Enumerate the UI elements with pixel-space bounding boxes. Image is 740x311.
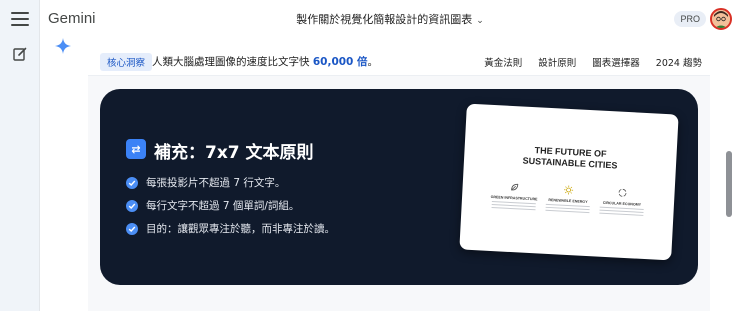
- check-circle-icon: [126, 176, 138, 189]
- insight-badge: 核心洞察: [100, 53, 153, 71]
- scrollbar-thumb[interactable]: [726, 151, 732, 217]
- check-circle-icon: [126, 222, 138, 235]
- plan-badge[interactable]: PRO: [674, 11, 706, 27]
- swap-icon: ⇄: [126, 139, 146, 159]
- bullet-text: 每行文字不超過 7 個單詞/詞組。: [146, 200, 300, 212]
- check-circle-icon: [126, 199, 138, 212]
- nav-chart-selector[interactable]: 圖表選擇器: [592, 55, 640, 69]
- bullet-text: 每張投影片不超過 7 行文字。: [146, 177, 286, 189]
- section-nav: 黃金法則 設計原則 圖表選擇器 2024 趨勢: [484, 55, 702, 69]
- bullet-item: 目的：讓觀眾專注於聽，而非專注於讀。: [126, 221, 335, 236]
- leaf-icon: [511, 183, 519, 191]
- conversation-title[interactable]: 製作關於視覺化簡報設計的資訊圖表 ⌄: [40, 11, 740, 27]
- side-rail: [0, 0, 40, 311]
- insight-strip: 核心洞察 人類大腦處理圖像的速度比文字快 60,000 倍。 黃金法則 設計原則…: [88, 46, 710, 76]
- sun-icon: [564, 185, 574, 195]
- slide-column: CIRCULAR ECONOMY: [593, 186, 650, 216]
- edit-icon[interactable]: [12, 46, 28, 62]
- slide-title: THE FUTURE OF SUSTAINABLE CITIES: [464, 142, 677, 175]
- headline-text: 人類大腦處理圖像的速度比文字快: [152, 56, 313, 68]
- insight-headline: 人類大腦處理圖像的速度比文字快 60,000 倍。: [152, 54, 378, 69]
- hamburger-menu-icon[interactable]: [11, 12, 29, 26]
- recycle-icon: [618, 188, 627, 197]
- nav-2024-trends[interactable]: 2024 趨勢: [656, 55, 702, 69]
- card-title: 補充：7x7 文本原則: [154, 143, 314, 163]
- chevron-down-icon: ⌄: [476, 16, 484, 26]
- slide-preview: THE FUTURE OF SUSTAINABLE CITIES GREEN I…: [459, 103, 679, 261]
- conversation-title-text: 製作關於視覺化簡報設計的資訊圖表: [296, 13, 473, 26]
- bullet-text: 目的：讓觀眾專注於聽，而非專注於讀。: [146, 223, 335, 235]
- slide-column: RENEWABLE ENERGY: [539, 184, 596, 214]
- top-bar: Gemini 製作關於視覺化簡報設計的資訊圖表 ⌄ PRO: [40, 0, 740, 38]
- nav-golden-rules[interactable]: 黃金法則: [484, 55, 522, 69]
- gemini-sparkle-icon: [55, 38, 71, 54]
- headline-number: 60,000 倍: [312, 56, 368, 68]
- avatar-face-icon: [712, 10, 730, 28]
- avatar[interactable]: [710, 8, 732, 30]
- nav-design-principles[interactable]: 設計原則: [538, 55, 576, 69]
- slide-column: GREEN INFRASTRUCTURE: [486, 181, 543, 211]
- bullet-item: 每張投影片不超過 7 行文字。: [126, 175, 285, 190]
- bullet-item: 每行文字不超過 7 個單詞/詞組。: [126, 198, 299, 213]
- headline-suffix: 。: [367, 56, 379, 68]
